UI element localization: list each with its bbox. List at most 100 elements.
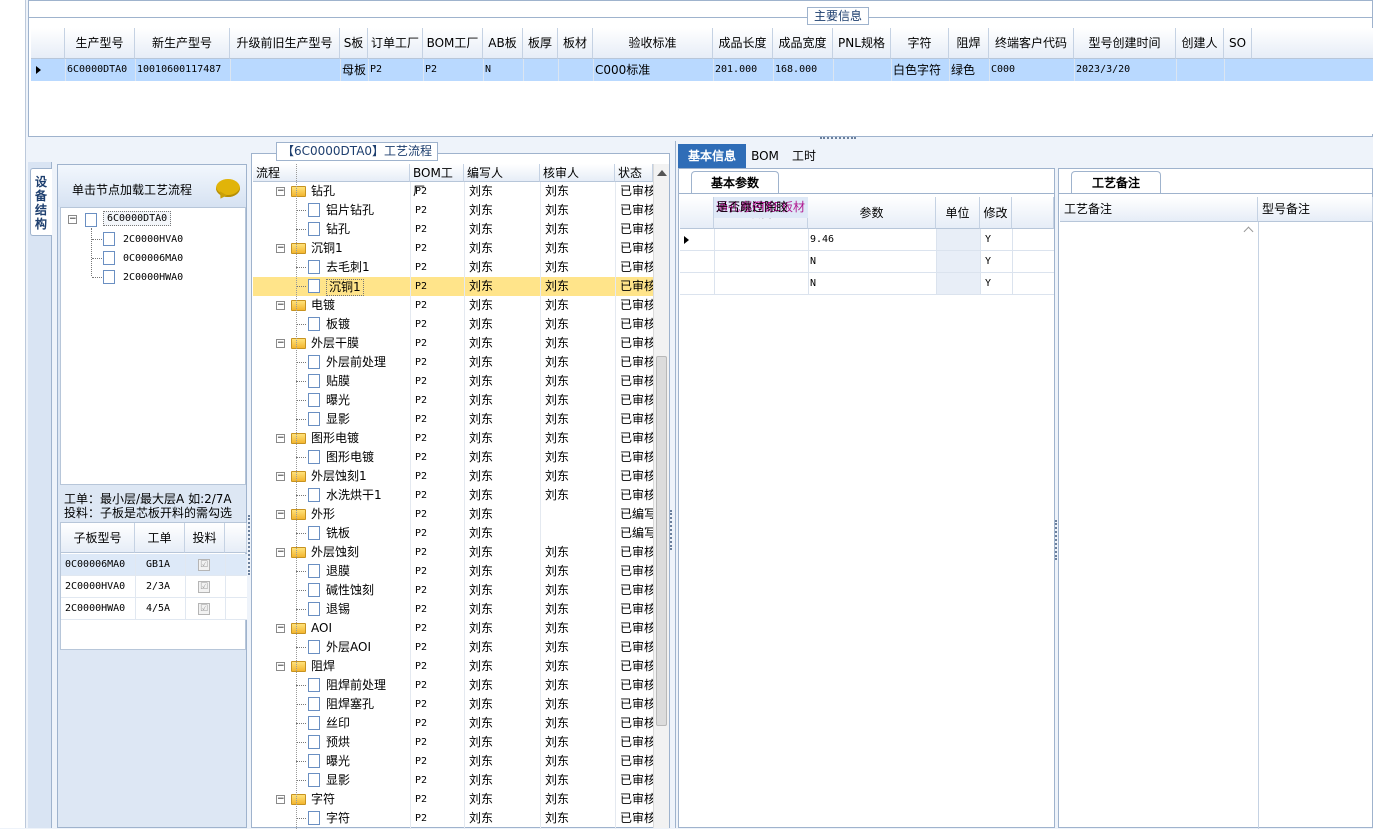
param-unit-cell[interactable]: [936, 273, 980, 294]
process-status-cell[interactable]: 已审核: [620, 716, 653, 731]
process-bom-cell[interactable]: P2: [415, 775, 427, 786]
process-writer-cell[interactable]: 刘东: [469, 716, 493, 731]
main-cell[interactable]: C000标准: [595, 61, 712, 79]
process-bom-cell[interactable]: P2: [415, 794, 427, 805]
process-status-cell[interactable]: 已编写: [620, 507, 653, 522]
tree-child-node[interactable]: 2C0000HWA0: [123, 270, 183, 285]
process-reviewer-cell[interactable]: 刘东: [545, 184, 569, 199]
process-step-name[interactable]: 退膜: [326, 564, 350, 579]
process-writer-cell[interactable]: 刘东: [469, 450, 493, 465]
expand-minus-icon[interactable]: −: [276, 662, 285, 671]
process-reviewer-cell[interactable]: 刘东: [545, 222, 569, 237]
process-status-cell[interactable]: 已审核: [620, 412, 653, 427]
process-bom-cell[interactable]: P2: [415, 205, 427, 216]
main-col-header[interactable]: AB板: [483, 28, 523, 59]
process-step-name[interactable]: 碱性蚀刻: [326, 583, 374, 598]
main-cell[interactable]: N: [485, 61, 522, 79]
process-scrollbar[interactable]: [653, 164, 669, 828]
main-cell[interactable]: 201.000: [715, 61, 772, 79]
process-reviewer-cell[interactable]: 刘东: [545, 659, 569, 674]
param-modify-cell[interactable]: Y: [985, 234, 991, 245]
sub-order-cell[interactable]: 4/5A: [146, 603, 170, 614]
param-value-cell[interactable]: N: [810, 256, 816, 267]
splitter-mid[interactable]: [1055, 520, 1058, 560]
process-bom-cell[interactable]: P2: [415, 661, 427, 672]
process-step-name[interactable]: 钻孔: [326, 222, 350, 237]
main-cell[interactable]: 白色字符: [893, 61, 948, 79]
scroll-thumb[interactable]: [656, 356, 667, 726]
collapse-icon[interactable]: −: [68, 215, 77, 224]
expand-minus-icon[interactable]: −: [276, 472, 285, 481]
main-col-header[interactable]: 成品长度: [713, 28, 773, 59]
feed-checkbox[interactable]: ☑: [198, 559, 210, 571]
sub-model-cell[interactable]: 2C0000HWA0: [65, 603, 125, 614]
process-reviewer-cell[interactable]: 刘东: [545, 773, 569, 788]
process-writer-cell[interactable]: 刘东: [469, 754, 493, 769]
process-bom-cell[interactable]: P2: [415, 186, 427, 197]
process-reviewer-cell[interactable]: 刘东: [545, 393, 569, 408]
process-bom-cell[interactable]: P2: [415, 243, 427, 254]
process-reviewer-cell[interactable]: 刘东: [545, 488, 569, 503]
process-writer-cell[interactable]: 刘东: [469, 317, 493, 332]
process-status-cell[interactable]: 已审核: [620, 355, 653, 370]
process-writer-cell[interactable]: 刘东: [469, 583, 493, 598]
main-col-header[interactable]: 板材: [558, 28, 593, 59]
main-col-header[interactable]: S板: [340, 28, 368, 59]
process-step-name[interactable]: 钻孔: [311, 184, 335, 199]
main-col-header[interactable]: 创建人: [1176, 28, 1224, 59]
process-status-cell[interactable]: 已编写: [620, 526, 653, 541]
process-writer-cell[interactable]: 刘东: [469, 792, 493, 807]
process-bom-cell[interactable]: P2: [415, 737, 427, 748]
process-status-cell[interactable]: 已审核: [620, 773, 653, 788]
process-status-cell[interactable]: 已审核: [620, 241, 653, 256]
process-step-name[interactable]: 显影: [326, 773, 350, 788]
expand-minus-icon[interactable]: −: [276, 548, 285, 557]
process-step-name[interactable]: 电镀: [311, 298, 335, 313]
main-col-header[interactable]: 终端客户代码: [989, 28, 1074, 59]
process-reviewer-cell[interactable]: 刘东: [545, 792, 569, 807]
process-reviewer-cell[interactable]: 刘东: [545, 697, 569, 712]
process-status-cell[interactable]: 已审核: [620, 393, 653, 408]
process-reviewer-cell[interactable]: 刘东: [545, 374, 569, 389]
process-status-cell[interactable]: 已审核: [620, 184, 653, 199]
param-unit-cell[interactable]: [936, 251, 980, 272]
params-row[interactable]: [680, 273, 1054, 295]
process-reviewer-cell[interactable]: 刘东: [545, 412, 569, 427]
process-reviewer-cell[interactable]: 刘东: [545, 355, 569, 370]
process-step-name[interactable]: 外形: [311, 507, 335, 522]
expand-minus-icon[interactable]: −: [276, 339, 285, 348]
main-col-header[interactable]: 阻焊: [949, 28, 989, 59]
process-step-name[interactable]: 贴膜: [326, 374, 350, 389]
process-reviewer-cell[interactable]: 刘东: [545, 336, 569, 351]
tree-child-node[interactable]: 0C00006MA0: [123, 251, 183, 266]
main-cell[interactable]: 168.000: [775, 61, 832, 79]
process-reviewer-cell[interactable]: 刘东: [545, 583, 569, 598]
main-cell[interactable]: 2023/3/20: [1076, 61, 1175, 79]
process-status-cell[interactable]: 已审核: [620, 298, 653, 313]
process-status-cell[interactable]: 已审核: [620, 203, 653, 218]
param-value-cell[interactable]: N: [810, 278, 816, 289]
process-step-name[interactable]: 阻焊前处理: [326, 678, 386, 693]
process-reviewer-cell[interactable]: 刘东: [545, 317, 569, 332]
process-step-name[interactable]: 外层前处理: [326, 355, 386, 370]
process-writer-cell[interactable]: 刘东: [469, 678, 493, 693]
process-writer-cell[interactable]: 刘东: [469, 659, 493, 674]
sub-col-header[interactable]: 投料: [185, 523, 225, 553]
process-status-cell[interactable]: 已审核: [620, 640, 653, 655]
process-status-cell[interactable]: 已审核: [620, 450, 653, 465]
process-bom-cell[interactable]: P2: [415, 547, 427, 558]
sub-order-cell[interactable]: GB1A: [146, 559, 170, 570]
process-bom-cell[interactable]: P2: [415, 699, 427, 710]
tree-root-node[interactable]: 6C0000DTA0: [103, 211, 172, 226]
process-status-cell[interactable]: 已审核: [620, 659, 653, 674]
main-cell[interactable]: P2: [370, 61, 422, 79]
process-bom-cell[interactable]: P2: [415, 585, 427, 596]
process-reviewer-cell[interactable]: 刘东: [545, 203, 569, 218]
process-writer-cell[interactable]: 刘东: [469, 393, 493, 408]
process-writer-cell[interactable]: 刘东: [469, 431, 493, 446]
main-col-header[interactable]: PNL规格: [833, 28, 891, 59]
process-step-name[interactable]: 外层蚀刻: [311, 545, 359, 560]
process-step-name[interactable]: 字符: [311, 792, 335, 807]
process-step-name[interactable]: 板镀: [326, 317, 350, 332]
process-writer-cell[interactable]: 刘东: [469, 355, 493, 370]
